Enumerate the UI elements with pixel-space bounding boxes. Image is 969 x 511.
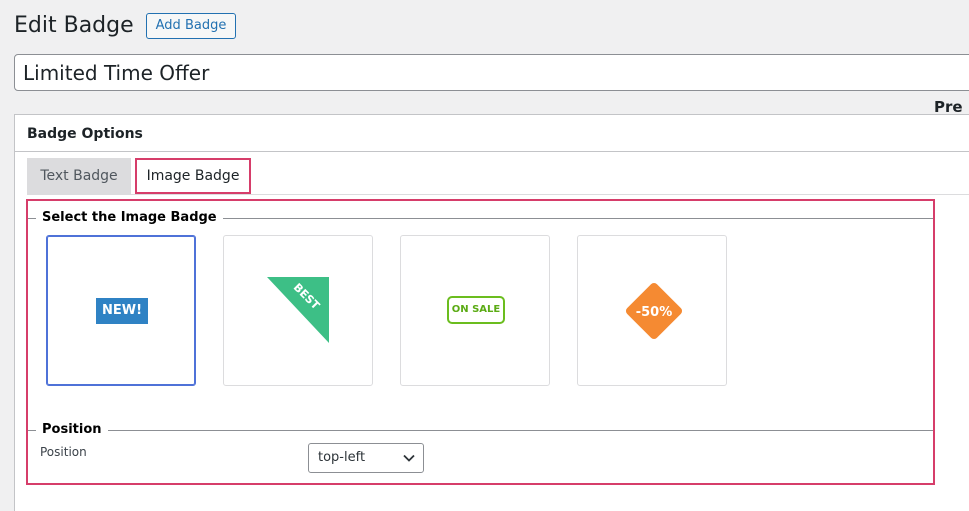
page-header: Edit Badge Add Badge [14,12,237,40]
position-section-title: Position [36,421,108,439]
select-image-badge-title: Select the Image Badge [36,209,223,227]
image-badge-settings: Select the Image Badge NEW! BEST ON SALE [26,199,935,485]
new-badge-image: NEW! [96,298,148,324]
best-badge-image: BEST [267,277,329,343]
on-sale-badge-image: ON SALE [447,296,505,324]
page-title: Edit Badge [14,13,134,38]
badge-title-input[interactable] [14,54,969,91]
badge-option-best[interactable]: BEST [223,235,373,386]
preview-heading: Pre [934,98,963,116]
legend-divider [28,430,933,431]
badge-option-50-percent[interactable]: -50% [577,235,727,386]
badge-options-panel: Badge Options Text Badge Image Badge Sel… [14,114,969,511]
position-legend: Position [28,417,933,439]
badge-options-heading: Badge Options [15,115,969,152]
chevron-down-icon [403,454,415,462]
percent-badge-text: -50% [636,305,673,320]
percent-badge-image: -50% [625,282,683,340]
tab-image-badge[interactable]: Image Badge [135,158,251,194]
position-select[interactable]: top-left [308,443,424,473]
select-image-badge-legend: Select the Image Badge [28,205,933,227]
edit-badge-page: Edit Badge Add Badge Badge Options Text … [0,0,969,511]
position-select-value: top-left [318,450,366,465]
badge-option-new[interactable]: NEW! [46,235,196,386]
badge-option-on-sale[interactable]: ON SALE [400,235,550,386]
tab-text-badge[interactable]: Text Badge [27,158,131,194]
badge-type-tabs: Text Badge Image Badge [27,158,969,195]
position-label: Position [40,445,87,459]
add-badge-button[interactable]: Add Badge [145,13,237,39]
